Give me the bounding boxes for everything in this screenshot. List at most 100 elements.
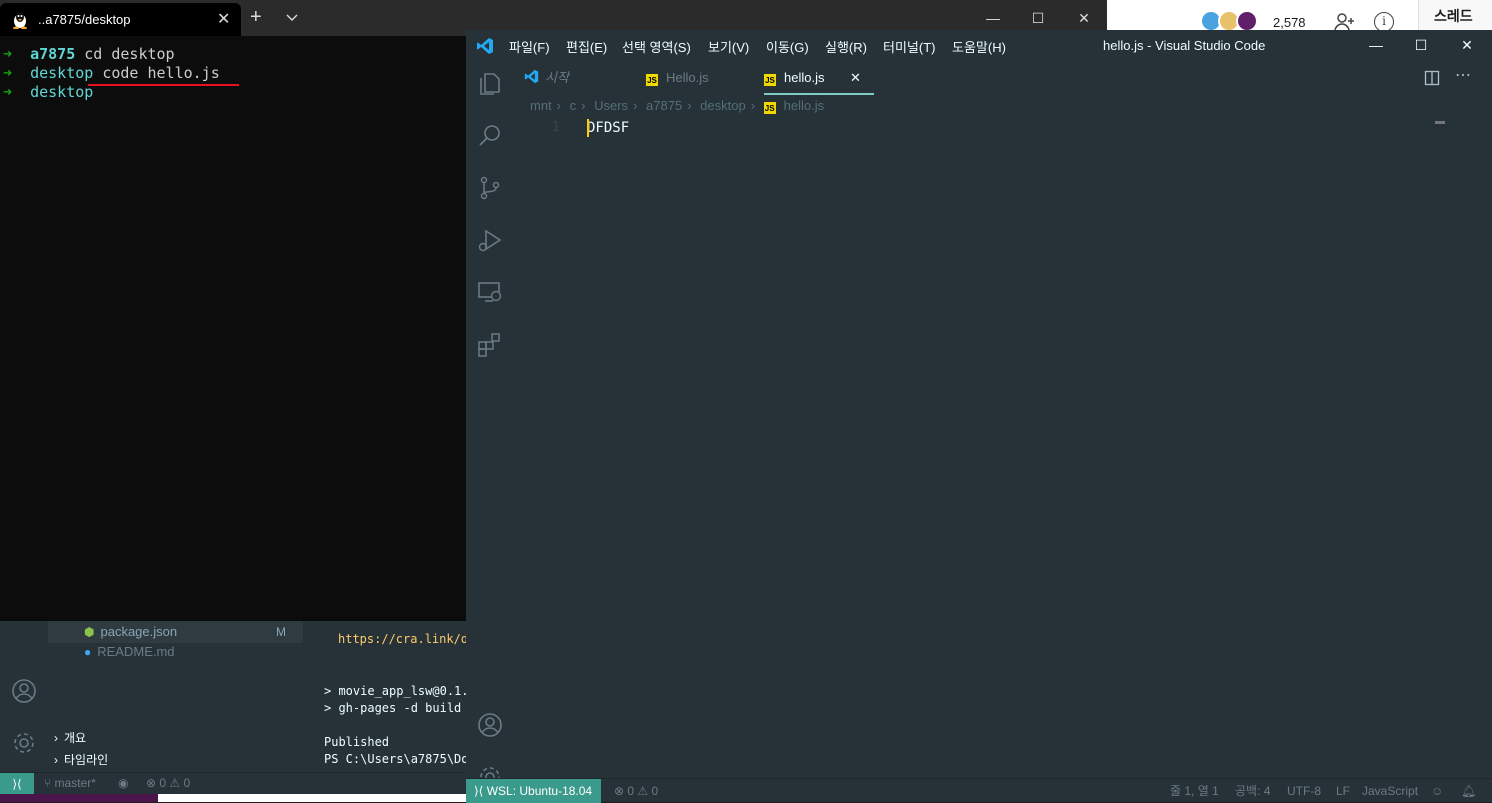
extensions-icon[interactable] xyxy=(476,330,504,358)
minimap-slider[interactable]: ▬ xyxy=(1435,116,1445,127)
js-file-icon: JS xyxy=(763,102,776,114)
menu-terminal[interactable]: 터미널(T) xyxy=(883,37,935,56)
breadcrumb-item[interactable]: c xyxy=(570,98,577,113)
chevron-right-icon: › xyxy=(581,98,586,113)
terminal-body[interactable]: ➜ a7875 cd desktop ➜ desktop code hello.… xyxy=(0,36,470,621)
code-editor[interactable]: 1 DFDSF ▬ xyxy=(514,116,1492,778)
more-actions-icon[interactable]: ⋯ xyxy=(1455,65,1471,85)
chevron-down-icon[interactable] xyxy=(285,11,299,25)
menu-edit[interactable]: 편집(E) xyxy=(566,37,607,56)
warning-count: 0 xyxy=(651,784,659,798)
linux-penguin-icon xyxy=(13,12,27,29)
timeline-section[interactable]: › 타임라인 xyxy=(54,749,108,771)
indentation[interactable]: 공백: 4 xyxy=(1235,779,1270,803)
js-file-icon: JS xyxy=(646,74,658,86)
source-control-icon[interactable] xyxy=(476,174,504,202)
file-name: package.json xyxy=(100,624,178,639)
remote-indicator[interactable]: ⟩⟨ WSL: Ubuntu-18.04 xyxy=(466,779,601,803)
problems-indicator[interactable]: ⊗ 0 ⚠ 0 xyxy=(614,779,658,803)
breadcrumb-item[interactable]: mnt xyxy=(530,98,552,113)
tab-hello-js-upper[interactable]: JS Hello.js xyxy=(646,60,764,95)
new-tab-button[interactable]: + xyxy=(250,6,262,29)
error-count: 0 xyxy=(159,776,167,790)
prompt-dir: a7875 xyxy=(30,45,76,63)
minimize-button[interactable]: — xyxy=(1353,30,1399,60)
terminal-line: > movie_app_lsw@0.1.0 xyxy=(324,684,476,698)
info-icon[interactable]: i xyxy=(1374,12,1394,32)
close-button[interactable]: ✕ xyxy=(1444,30,1490,60)
section-label: 개요 xyxy=(64,731,87,745)
chevron-right-icon: › xyxy=(687,98,692,113)
breadcrumb-item[interactable]: a7875 xyxy=(646,98,682,113)
text-cursor xyxy=(587,119,589,137)
breadcrumb-item[interactable]: hello.js xyxy=(784,98,824,113)
account-icon[interactable] xyxy=(476,711,504,739)
menu-view[interactable]: 보기(V) xyxy=(708,37,749,56)
remote-icon: ⟩⟨ xyxy=(474,784,487,798)
language-mode[interactable]: JavaScript xyxy=(1362,779,1418,803)
avatar xyxy=(1236,10,1258,32)
code-line[interactable]: DFDSF xyxy=(587,120,629,136)
close-tab-icon[interactable]: ✕ xyxy=(217,9,230,29)
list-item[interactable]: ⬢ package.json M xyxy=(48,621,303,643)
thread-header: 스레드 xyxy=(1434,8,1473,24)
split-editor-icon[interactable] xyxy=(1424,70,1440,86)
outline-section[interactable]: › 개요 xyxy=(54,727,86,749)
error-count: 0 xyxy=(627,784,635,798)
prompt-arrow: ➜ xyxy=(3,64,13,82)
terminal-tab-title: ..a7875/desktop xyxy=(38,12,131,27)
breadcrumb-item[interactable]: desktop xyxy=(700,98,746,113)
terminal-line: PS C:\Users\a7875\Do xyxy=(324,752,469,766)
maximize-button[interactable]: ☐ xyxy=(1398,30,1444,60)
close-tab-icon[interactable]: ✕ xyxy=(850,60,861,95)
terminal-line: ➜ desktop xyxy=(3,83,93,102)
breadcrumb: mnt › c › Users › a7875 › desktop › JS hello.j… xyxy=(530,98,824,114)
breadcrumb-item[interactable]: Users xyxy=(594,98,628,113)
menu-selection[interactable]: 선택 영역(S) xyxy=(622,37,691,56)
prompt-arrow: ➜ xyxy=(3,83,13,101)
slack-sidebar-edge xyxy=(0,794,158,802)
account-icon[interactable] xyxy=(10,677,38,705)
window-title: hello.js - Visual Studio Code xyxy=(1103,38,1266,53)
end-of-line[interactable]: LF xyxy=(1336,779,1350,803)
vscode-titlebar: 파일(F) 편집(E) 선택 영역(S) 보기(V) 이동(G) 실행(R) 터… xyxy=(466,30,1492,60)
search-icon[interactable] xyxy=(476,122,504,150)
remote-icon[interactable]: ⟩⟨ xyxy=(0,773,34,795)
background-explorer: ⬢ package.json M ● README.md › 개요 › 타임라인 xyxy=(48,621,303,781)
encoding[interactable]: UTF-8 xyxy=(1287,779,1321,803)
tab-label: Hello.js xyxy=(666,70,709,85)
chevron-right-icon: › xyxy=(750,98,756,113)
background-status-bar: ⟩⟨ ⑂ master* ◉ ⊗ 0 ⚠ 0 xyxy=(0,772,470,795)
chevron-right-icon: › xyxy=(54,753,58,767)
menu-help[interactable]: 도움말(H) xyxy=(952,37,1006,56)
tab-welcome[interactable]: 시작 xyxy=(524,60,644,95)
bell-icon[interactable]: 🔔︎ xyxy=(1461,779,1476,803)
status-bar: ⟩⟨ WSL: Ubuntu-18.04 ⊗ 0 ⚠ 0 줄 1, 열 1 공백… xyxy=(466,778,1492,803)
feedback-icon[interactable]: ☺ xyxy=(1431,779,1443,803)
run-debug-icon[interactable] xyxy=(476,226,504,254)
member-count[interactable]: 2,578 xyxy=(1273,15,1306,30)
terminal-line: > gh-pages -d build xyxy=(324,701,462,715)
prompt-arrow: ➜ xyxy=(3,45,13,63)
menu-run[interactable]: 실행(R) xyxy=(825,37,867,56)
menu-file[interactable]: 파일(F) xyxy=(509,37,550,56)
terminal-command: code hello.js xyxy=(93,64,220,82)
cursor-position[interactable]: 줄 1, 열 1 xyxy=(1170,779,1219,803)
branch-indicator[interactable]: ⑂ master* xyxy=(44,776,96,790)
problems-indicator[interactable]: ⊗ 0 ⚠ 0 xyxy=(146,776,190,790)
tab-hello-js-active[interactable]: JS hello.js ✕ xyxy=(764,60,874,95)
remote-explorer-icon[interactable] xyxy=(476,278,504,306)
vscode-logo-icon xyxy=(524,69,539,84)
gear-icon[interactable] xyxy=(10,729,38,757)
eye-icon[interactable]: ◉ xyxy=(118,776,128,790)
terminal-line: ➜ a7875 cd desktop xyxy=(3,45,175,64)
branch-name: master* xyxy=(54,776,96,790)
background-panel-edge xyxy=(158,794,470,802)
section-label: 타임라인 xyxy=(64,753,109,767)
explorer-icon[interactable] xyxy=(476,70,504,98)
line-number: 1 xyxy=(552,120,560,135)
list-item[interactable]: ● README.md xyxy=(84,641,175,663)
terminal-command: cd desktop xyxy=(75,45,175,63)
menu-go[interactable]: 이동(G) xyxy=(766,37,809,56)
vscode-logo-icon xyxy=(477,38,493,54)
